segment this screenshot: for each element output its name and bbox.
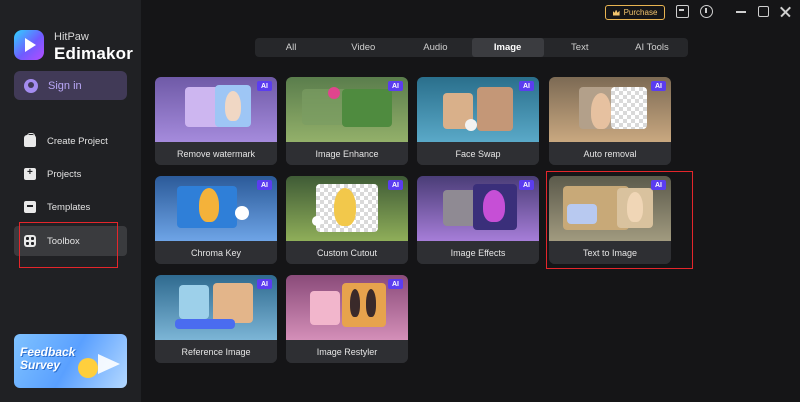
sidebar-item-label: Templates — [47, 201, 91, 213]
ai-badge: AI — [388, 81, 403, 91]
purchase-button[interactable]: Purchase — [605, 5, 665, 20]
tool-card-custom-cutout[interactable]: AI Custom Cutout — [286, 176, 408, 264]
tool-label: Reference Image — [155, 340, 277, 363]
tool-card-reference-image[interactable]: AI Reference Image — [155, 275, 277, 363]
tab-text[interactable]: Text — [544, 38, 616, 57]
user-avatar-icon — [24, 78, 38, 93]
ai-badge: AI — [388, 180, 403, 190]
ai-badge: AI — [651, 180, 666, 190]
tool-card-image-enhance[interactable]: AI Image Enhance — [286, 77, 408, 165]
ai-badge: AI — [519, 81, 534, 91]
sign-in-button[interactable]: Sign in — [14, 71, 127, 100]
tool-card-face-swap[interactable]: AI Face Swap — [417, 77, 539, 165]
tool-card-auto-removal[interactable]: AI Auto removal — [549, 77, 671, 165]
category-tabs: All Video Audio Image Text AI Tools — [255, 38, 688, 57]
tool-card-image-effects[interactable]: AI Image Effects — [417, 176, 539, 264]
ai-badge: AI — [257, 180, 272, 190]
smile-emoji-icon — [78, 358, 98, 378]
maximize-icon[interactable] — [757, 5, 770, 18]
tool-label: Remove watermark — [155, 142, 277, 165]
tool-card-image-restyler[interactable]: AI Image Restyler — [286, 275, 408, 363]
edimakor-logo-icon — [14, 30, 44, 60]
ai-badge: AI — [519, 180, 534, 190]
tool-label: Custom Cutout — [286, 241, 408, 264]
tool-label: Image Effects — [417, 241, 539, 264]
tab-ai-tools[interactable]: AI Tools — [616, 38, 688, 57]
create-project-icon — [24, 133, 36, 147]
tool-label: Auto removal — [549, 142, 671, 165]
info-icon[interactable] — [700, 5, 713, 18]
sidebar: HitPaw Edimakor Sign in Create Project P… — [0, 0, 141, 402]
crown-icon — [612, 9, 620, 16]
templates-icon — [24, 201, 36, 213]
ai-badge: AI — [257, 81, 272, 91]
ai-badge: AI — [388, 279, 403, 289]
tool-label: Chroma Key — [155, 241, 277, 264]
brand-name: Edimakor — [54, 44, 134, 63]
sign-in-label: Sign in — [48, 79, 82, 92]
sidebar-item-projects[interactable]: Projects — [14, 159, 127, 189]
minimize-icon[interactable] — [735, 5, 748, 18]
sidebar-item-toolbox[interactable]: Toolbox — [14, 226, 127, 256]
tab-video[interactable]: Video — [327, 38, 399, 57]
projects-icon — [24, 167, 36, 180]
sidebar-item-label: Toolbox — [47, 235, 80, 247]
tab-all[interactable]: All — [255, 38, 327, 57]
tool-card-remove-watermark[interactable]: AI Remove watermark — [155, 77, 277, 165]
sidebar-item-label: Create Project — [47, 135, 108, 147]
feedback-survey-banner[interactable]: Feedback Survey — [14, 334, 127, 388]
sidebar-item-templates[interactable]: Templates — [14, 192, 127, 222]
sidebar-item-label: Projects — [47, 168, 82, 180]
tool-card-text-to-image[interactable]: AI Text to Image — [549, 176, 671, 264]
sidebar-item-create-project[interactable]: Create Project — [14, 126, 127, 156]
ai-badge: AI — [257, 279, 272, 289]
ai-badge: AI — [651, 81, 666, 91]
tool-label: Face Swap — [417, 142, 539, 165]
feedback-title: Feedback Survey — [20, 345, 76, 372]
tool-label: Image Enhance — [286, 142, 408, 165]
tool-label: Image Restyler — [286, 340, 408, 363]
close-icon[interactable] — [779, 5, 792, 18]
paper-plane-icon — [98, 354, 120, 374]
feedback-chat-icon[interactable] — [676, 5, 689, 18]
brand-small: HitPaw — [54, 31, 89, 43]
tab-audio[interactable]: Audio — [399, 38, 471, 57]
tab-image[interactable]: Image — [471, 38, 544, 57]
toolbox-icon — [24, 235, 36, 247]
tool-card-chroma-key[interactable]: AI Chroma Key — [155, 176, 277, 264]
tool-label: Text to Image — [549, 241, 671, 264]
